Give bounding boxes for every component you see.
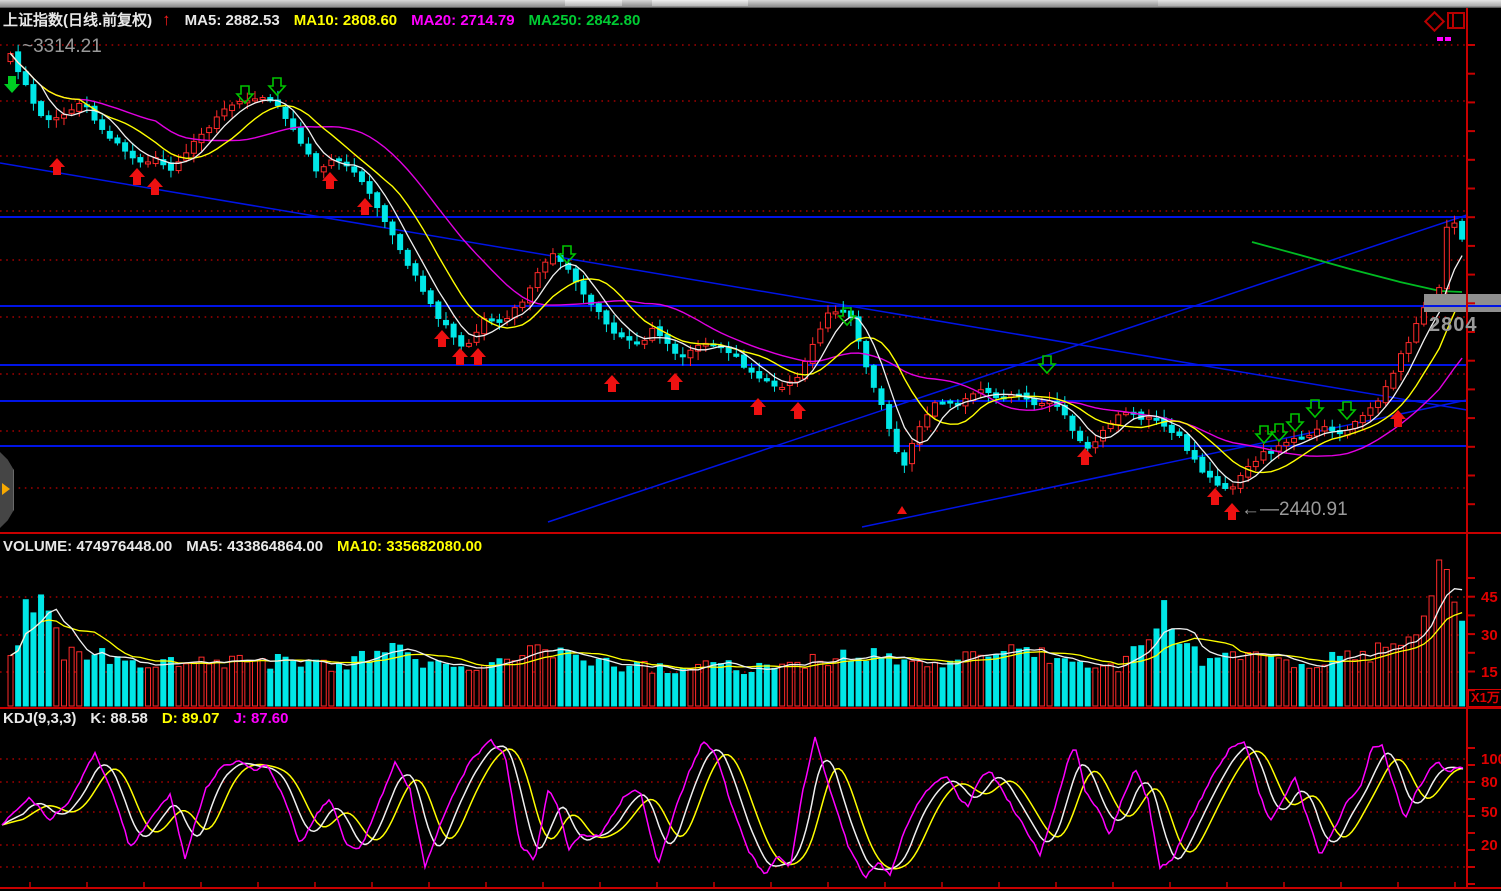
buy-signal-arrow [667,373,683,390]
toolbar-segment[interactable] [1158,0,1501,6]
buy-signal-arrow [357,198,373,215]
kdj-j-value: J: 87.60 [233,710,288,727]
sell-signal-arrow [1256,426,1272,443]
small-signal-mark [897,506,907,514]
buy-signal-arrow [790,402,806,419]
volume-unit-box: X1万 [1468,689,1501,707]
current-price-tag: 2804 [1429,314,1478,337]
buy-signal-arrow [452,348,468,365]
sell-signal-arrow [4,76,20,93]
symbol-title[interactable]: 上证指数(日线.前复权) [3,12,152,29]
buy-signal-arrow [129,168,145,185]
buy-signal-arrow [1224,503,1240,520]
ma250-value: MA250: 2842.80 [529,12,641,29]
toolbar-segment[interactable] [565,0,622,6]
volume-ma10: MA10: 335682080.00 [337,538,482,555]
toolbar-segment[interactable] [652,0,748,6]
kdj-header: KDJ(9,3,3) K: 88.58 D: 89.07 J: 87.60 [3,710,303,727]
sell-signal-arrow [269,78,285,95]
buy-signal-arrow [434,330,450,347]
kdj-axis-20: 20 [1481,837,1498,854]
sell-signal-arrow [1287,414,1303,431]
ma10-value: MA10: 2808.60 [294,12,397,29]
volume-header: VOLUME: 474976448.00 MA5: 433864864.00 MA1… [3,538,496,555]
stock-app-window: { "header": { "title": "上证指数(日线.前复权)", "… [0,0,1501,891]
main-chart-header: 上证指数(日线.前复权) ↑ MA5: 2882.53 MA10: 2808.60 MA… [3,9,654,30]
buy-signal-arrow [1077,448,1093,465]
vol-axis-45: 45 [1481,589,1498,606]
buy-signal-arrow [49,158,65,175]
buy-signal-arrow [470,348,486,365]
window-split-divider [1452,14,1454,27]
kdj-axis-100: 100 [1481,751,1501,768]
kdj-axis-80: 80 [1481,774,1498,791]
vol-axis-15: 15 [1481,664,1498,681]
window-split-icon[interactable] [1447,12,1465,29]
volume-ma5: MA5: 433864864.00 [186,538,323,555]
kdj-title[interactable]: KDJ(9,3,3) [3,710,76,727]
kdj-axis-50: 50 [1481,804,1498,821]
flyout-arrow-icon [2,483,10,495]
buy-signal-arrow [322,172,338,189]
buy-signal-arrow [1207,488,1223,505]
kdj-d-value: D: 89.07 [162,710,220,727]
magenta-marker-icon [1445,37,1451,41]
chart-canvas[interactable] [0,0,1501,891]
buy-signal-arrow [147,178,163,195]
magenta-marker-icon [1437,37,1443,41]
high-price-annotation: ~3314.21 [22,36,102,58]
window-top-strip [0,0,1501,8]
sell-signal-arrow [1307,400,1323,417]
buy-signal-arrow [604,375,620,392]
up-arrow-icon: ↑ [162,10,171,29]
ma5-value: MA5: 2882.53 [185,12,280,29]
kdj-k-value: K: 88.58 [90,710,148,727]
vol-axis-30: 30 [1481,627,1498,644]
volume-value: VOLUME: 474976448.00 [3,538,172,555]
low-price-annotation: ←—2440.91 [1241,499,1348,521]
ma20-value: MA20: 2714.79 [411,12,514,29]
sell-signal-arrow [1339,402,1355,419]
